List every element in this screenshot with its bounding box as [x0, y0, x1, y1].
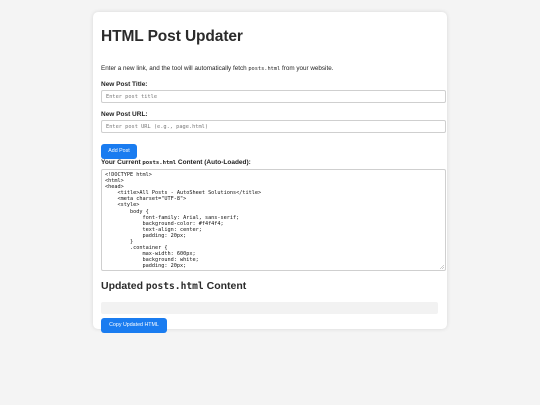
updated-heading-start: Updated	[101, 280, 146, 292]
updated-heading-filename: posts.html	[145, 281, 204, 292]
page-title: HTML Post Updater	[101, 28, 243, 45]
code-line: padding: 20px;	[105, 263, 187, 270]
updated-content-heading: Updated posts.html Content	[101, 280, 246, 292]
intro-text-end: from your website.	[280, 65, 334, 72]
current-content-label-end: Content (Auto-Loaded):	[176, 159, 251, 166]
current-content-label-start: Your Current	[101, 159, 143, 166]
updated-heading-end: Content	[203, 280, 247, 292]
copy-updated-html-button[interactable]: Copy Updated HTML	[101, 318, 167, 333]
intro-text: Enter a new link, and the tool will auto…	[101, 65, 333, 72]
current-content-filename: posts.html	[142, 160, 177, 166]
intro-filename: posts.html	[248, 66, 281, 72]
updated-content-output	[101, 302, 438, 314]
intro-text-start: Enter a new link, and the tool will auto…	[101, 65, 249, 72]
post-url-label: New Post URL:	[101, 111, 148, 118]
current-content-textarea[interactable]: <!DOCTYPE html> <html> <head> <title>All P…	[101, 169, 446, 271]
add-post-button[interactable]: Add Post	[101, 144, 137, 159]
resize-grip-icon[interactable]	[439, 264, 444, 269]
post-title-label: New Post Title:	[101, 81, 148, 88]
post-title-input[interactable]	[101, 90, 446, 103]
current-content-label: Your Current posts.html Content (Auto-Lo…	[101, 159, 251, 166]
post-url-input[interactable]	[101, 120, 446, 133]
updater-card: HTML Post Updater Enter a new link, and …	[93, 12, 447, 333]
code-lines: <!DOCTYPE html> <html> <head> <title>All P…	[105, 172, 442, 270]
